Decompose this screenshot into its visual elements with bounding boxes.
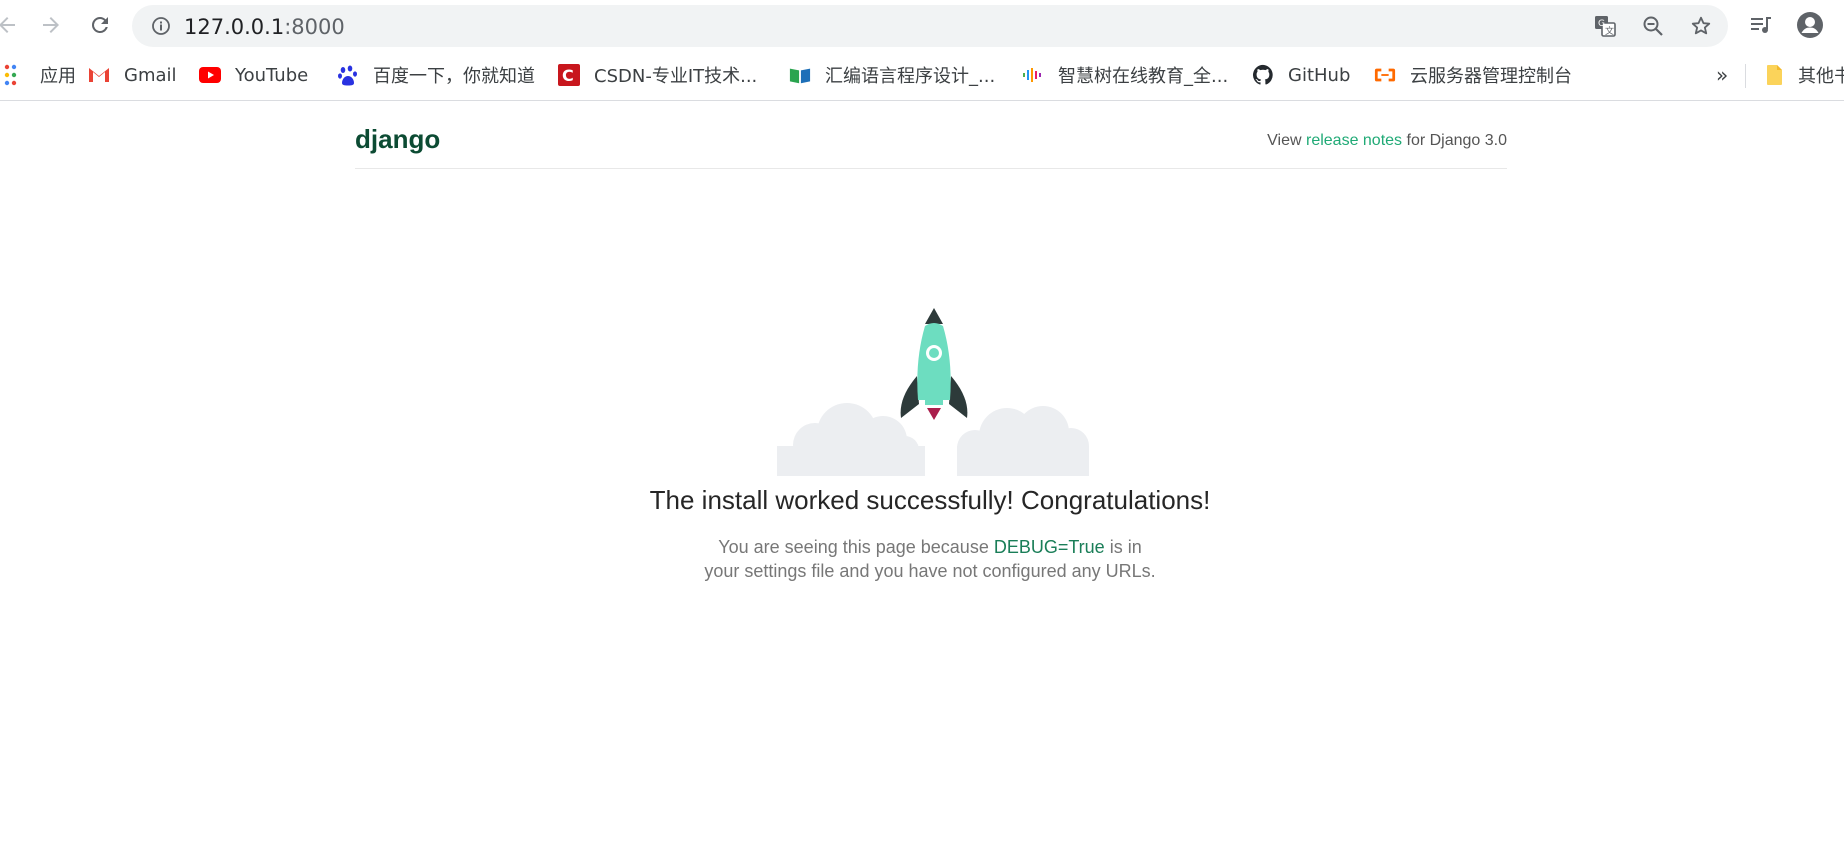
debug-explanation: You are seeing this page because DEBUG=T… (700, 535, 1160, 583)
bookmark-item[interactable]: YouTube (199, 62, 308, 88)
bookmark-label: 百度一下，你就知道 (373, 66, 535, 87)
book-icon (789, 64, 811, 86)
rocket-nose (925, 308, 943, 324)
reload-icon (92, 16, 108, 33)
svg-text:文: 文 (1605, 25, 1614, 37)
bookmark-label: 汇编语言程序设计_... (825, 66, 996, 87)
url-text[interactable]: 127.0.0.1:8000 (184, 15, 345, 39)
bookmark-item[interactable]: GitHub (1252, 62, 1350, 88)
url-port: :8000 (284, 15, 345, 39)
svg-text:C: C (562, 66, 574, 85)
django-logo[interactable]: django (355, 124, 440, 155)
bookmark-label: CSDN-专业IT技术... (594, 66, 758, 87)
bookmark-item[interactable]: Gmail (88, 62, 177, 88)
release-notes-text: View release notes for Django 3.0 (1267, 132, 1507, 150)
bookmark-item[interactable]: 智慧树在线教育_全... (1022, 62, 1228, 88)
release-notes-link[interactable]: release notes (1306, 132, 1402, 149)
bookmark-label: 云服务器管理控制台 (1410, 66, 1572, 87)
apps-grid-icon (0, 64, 22, 86)
rocket-fin-left (900, 376, 919, 418)
gmail-icon (88, 64, 110, 86)
bookmark-label: 智慧树在线教育_全... (1058, 66, 1229, 87)
aliyun-icon (1374, 64, 1396, 86)
url-host: 127.0.0.1 (184, 15, 285, 39)
zoom-out-icon[interactable] (1640, 13, 1666, 39)
bookmark-item[interactable]: 应用 (0, 62, 76, 88)
bookmark-label: Gmail (124, 64, 177, 86)
youtube-icon (199, 64, 221, 86)
reload-button[interactable] (85, 10, 115, 40)
csdn-icon: C (558, 64, 580, 86)
site-info-icon[interactable] (148, 13, 174, 39)
release-prefix: View (1267, 132, 1306, 149)
browser-chrome: 127.0.0.1:8000 G文 应用 Gmail YouTube 百度一下，… (0, 0, 1844, 101)
bookmarks-bar: 应用 Gmail YouTube 百度一下，你就知道 C CSDN-专业IT技术… (0, 56, 1844, 92)
sub-prefix: You are seeing this page because (718, 537, 994, 557)
bookmark-label: 其他书 (1798, 66, 1844, 87)
success-headline: The install worked successfully! Congrat… (649, 485, 1211, 515)
rocket-window-inner (929, 348, 939, 358)
rocket-launch-illustration (777, 308, 1089, 478)
bookmark-label: YouTube (235, 64, 309, 86)
bookmark-label: GitHub (1288, 64, 1351, 86)
github-icon (1252, 64, 1274, 86)
exhaust-trail (930, 418, 936, 478)
bookmark-star-icon[interactable] (1688, 13, 1714, 39)
translate-icon[interactable]: G文 (1592, 13, 1618, 39)
rocket-engine (925, 400, 943, 405)
other-bookmarks-folder[interactable]: 其他书 (1764, 62, 1844, 88)
bookmark-label: 应用 (40, 66, 76, 87)
rocket-fin-right (949, 376, 968, 418)
profile-avatar-icon[interactable] (1795, 10, 1825, 40)
back-button[interactable] (0, 10, 22, 40)
bookmark-item[interactable]: C CSDN-专业IT技术... (558, 62, 757, 88)
forward-button[interactable] (36, 10, 66, 40)
bookmark-item[interactable]: 汇编语言程序设计_... (789, 62, 995, 88)
debug-setting: DEBUG=True (993, 537, 1105, 557)
svg-text:G: G (1598, 19, 1605, 29)
baidu-paw-icon (337, 64, 359, 86)
bookmarks-overflow-button[interactable]: » (1716, 62, 1728, 88)
folder-icon (1764, 64, 1786, 86)
zhihuishu-icon (1022, 64, 1044, 86)
cloud-right (957, 406, 1089, 476)
overflow-chevron: » (1716, 63, 1729, 87)
rocket-body (917, 323, 951, 400)
bookmark-item[interactable]: 百度一下，你就知道 (337, 62, 535, 88)
django-header: django View release notes for Django 3.0 (355, 118, 1507, 169)
rocket-flame (927, 408, 941, 420)
release-suffix: for Django 3.0 (1402, 132, 1507, 149)
media-control-icon[interactable] (1746, 10, 1776, 40)
address-bar[interactable]: 127.0.0.1:8000 G文 (132, 5, 1728, 47)
arrow-right-icon (43, 17, 59, 33)
arrow-left-icon (0, 17, 15, 33)
bookmarks-divider (1745, 64, 1746, 88)
bookmark-item[interactable]: 云服务器管理控制台 (1374, 62, 1572, 88)
